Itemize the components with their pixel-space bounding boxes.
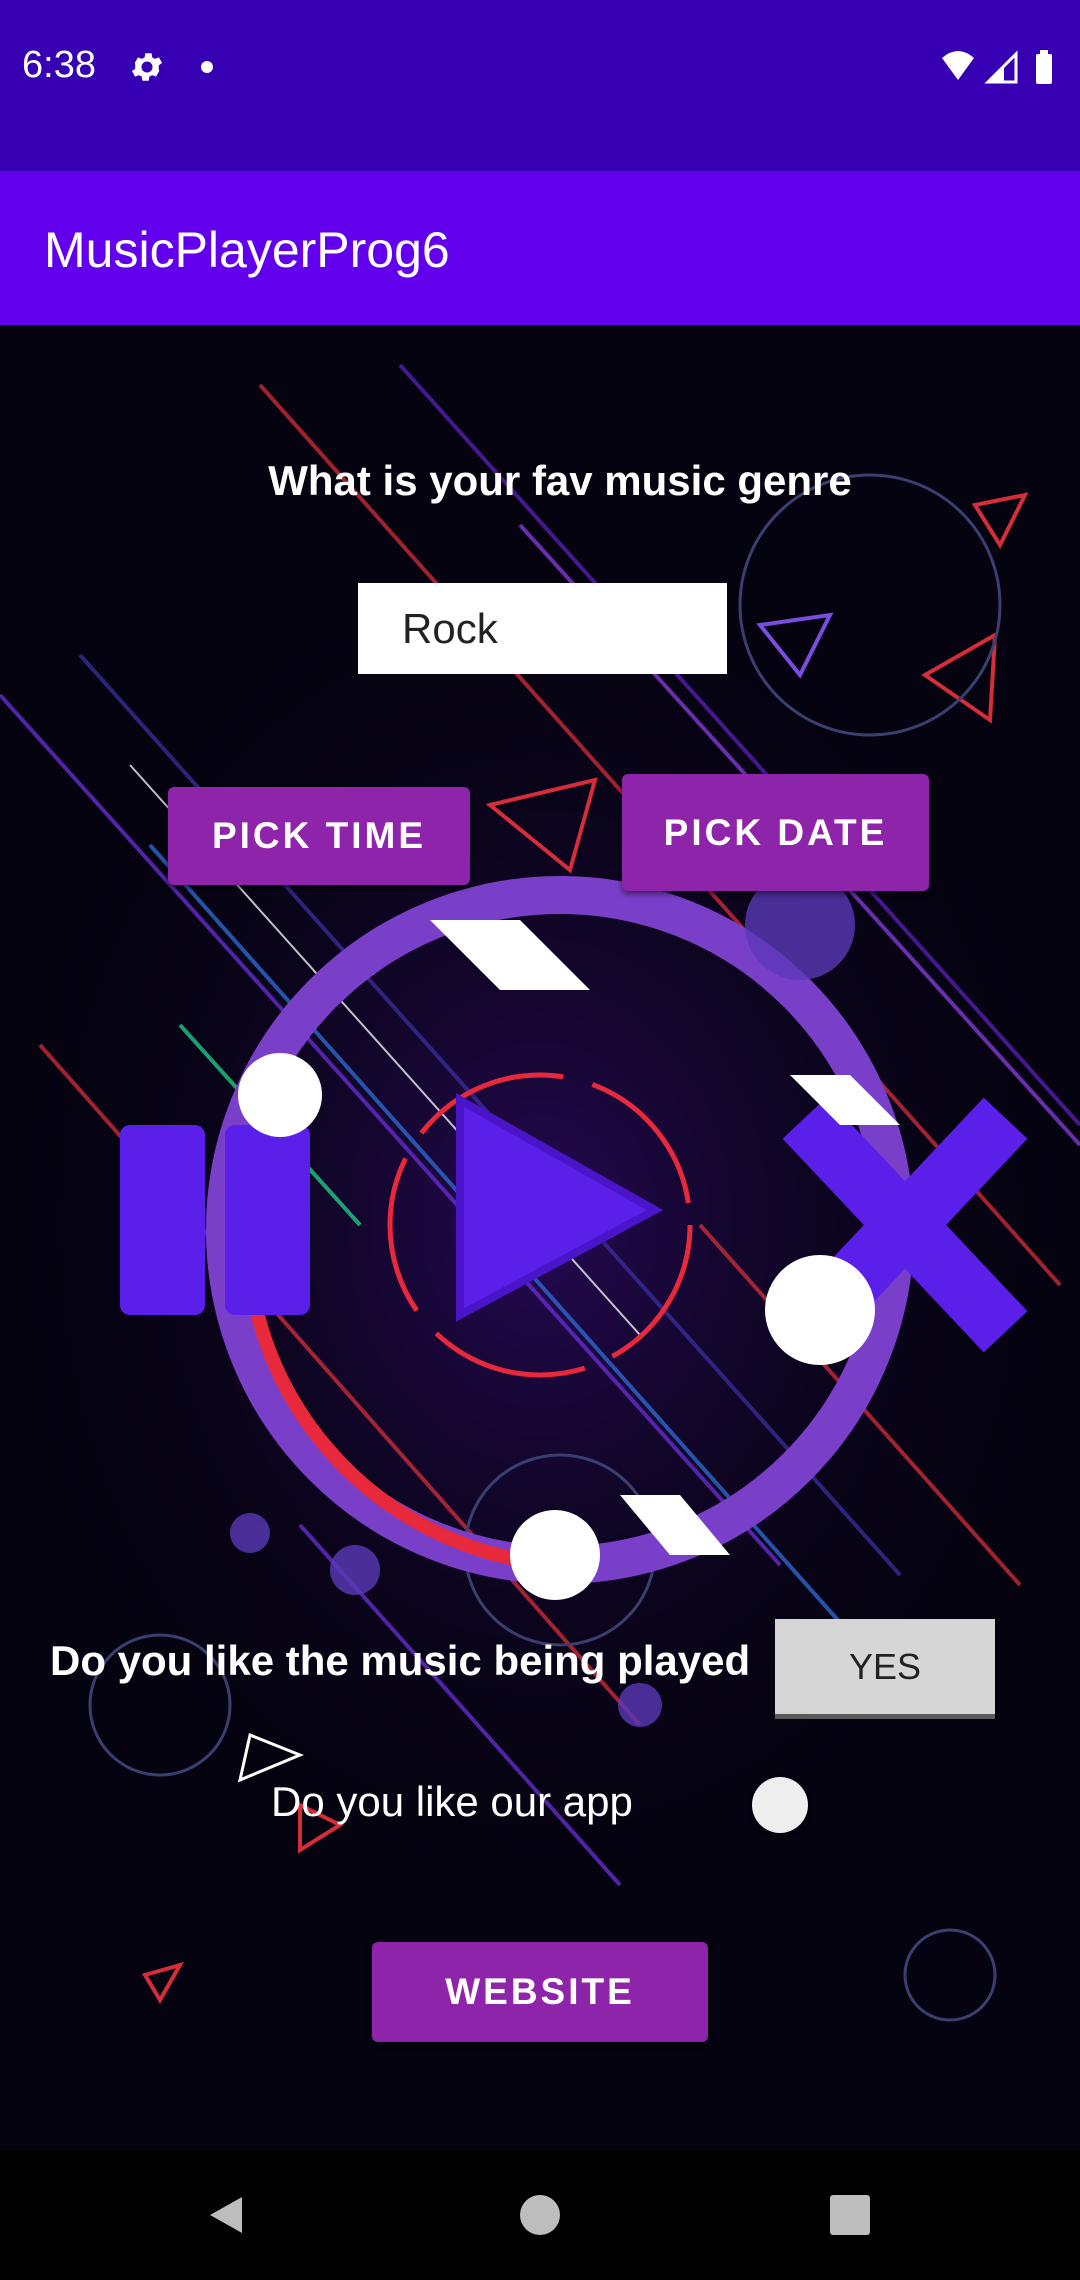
main-content: What is your fav music genre PICK TIME P… bbox=[0, 325, 1080, 2150]
recents-icon[interactable] bbox=[828, 2193, 872, 2237]
genre-question-label: What is your fav music genre bbox=[268, 457, 852, 504]
battery-icon bbox=[1036, 50, 1052, 84]
app-title: MusicPlayerProg6 bbox=[44, 222, 450, 278]
like-app-question-label: Do you like our app bbox=[271, 1778, 633, 1825]
navigation-bar bbox=[0, 2150, 1080, 2280]
app-bar: MusicPlayerProg6 bbox=[0, 171, 1080, 325]
home-icon[interactable] bbox=[518, 2193, 562, 2237]
like-app-switch[interactable] bbox=[752, 1777, 808, 1833]
settings-icon bbox=[131, 53, 163, 81]
notification-dot-icon bbox=[201, 61, 213, 73]
system-status-icons bbox=[942, 50, 1052, 84]
website-button[interactable]: WEBSITE bbox=[372, 1942, 708, 2042]
pick-time-button[interactable]: PICK TIME bbox=[168, 787, 470, 885]
pick-date-button[interactable]: PICK DATE bbox=[622, 774, 929, 891]
like-music-question-label: Do you like the music being played bbox=[50, 1637, 751, 1684]
like-music-toggle-button[interactable]: YES bbox=[775, 1619, 995, 1719]
status-bar: 6:38 bbox=[0, 0, 1080, 171]
wifi-icon bbox=[942, 51, 974, 80]
cell-signal-icon bbox=[984, 50, 1018, 84]
status-time: 6:38 bbox=[22, 44, 96, 86]
genre-input[interactable] bbox=[358, 583, 727, 674]
back-icon[interactable] bbox=[204, 2193, 248, 2237]
